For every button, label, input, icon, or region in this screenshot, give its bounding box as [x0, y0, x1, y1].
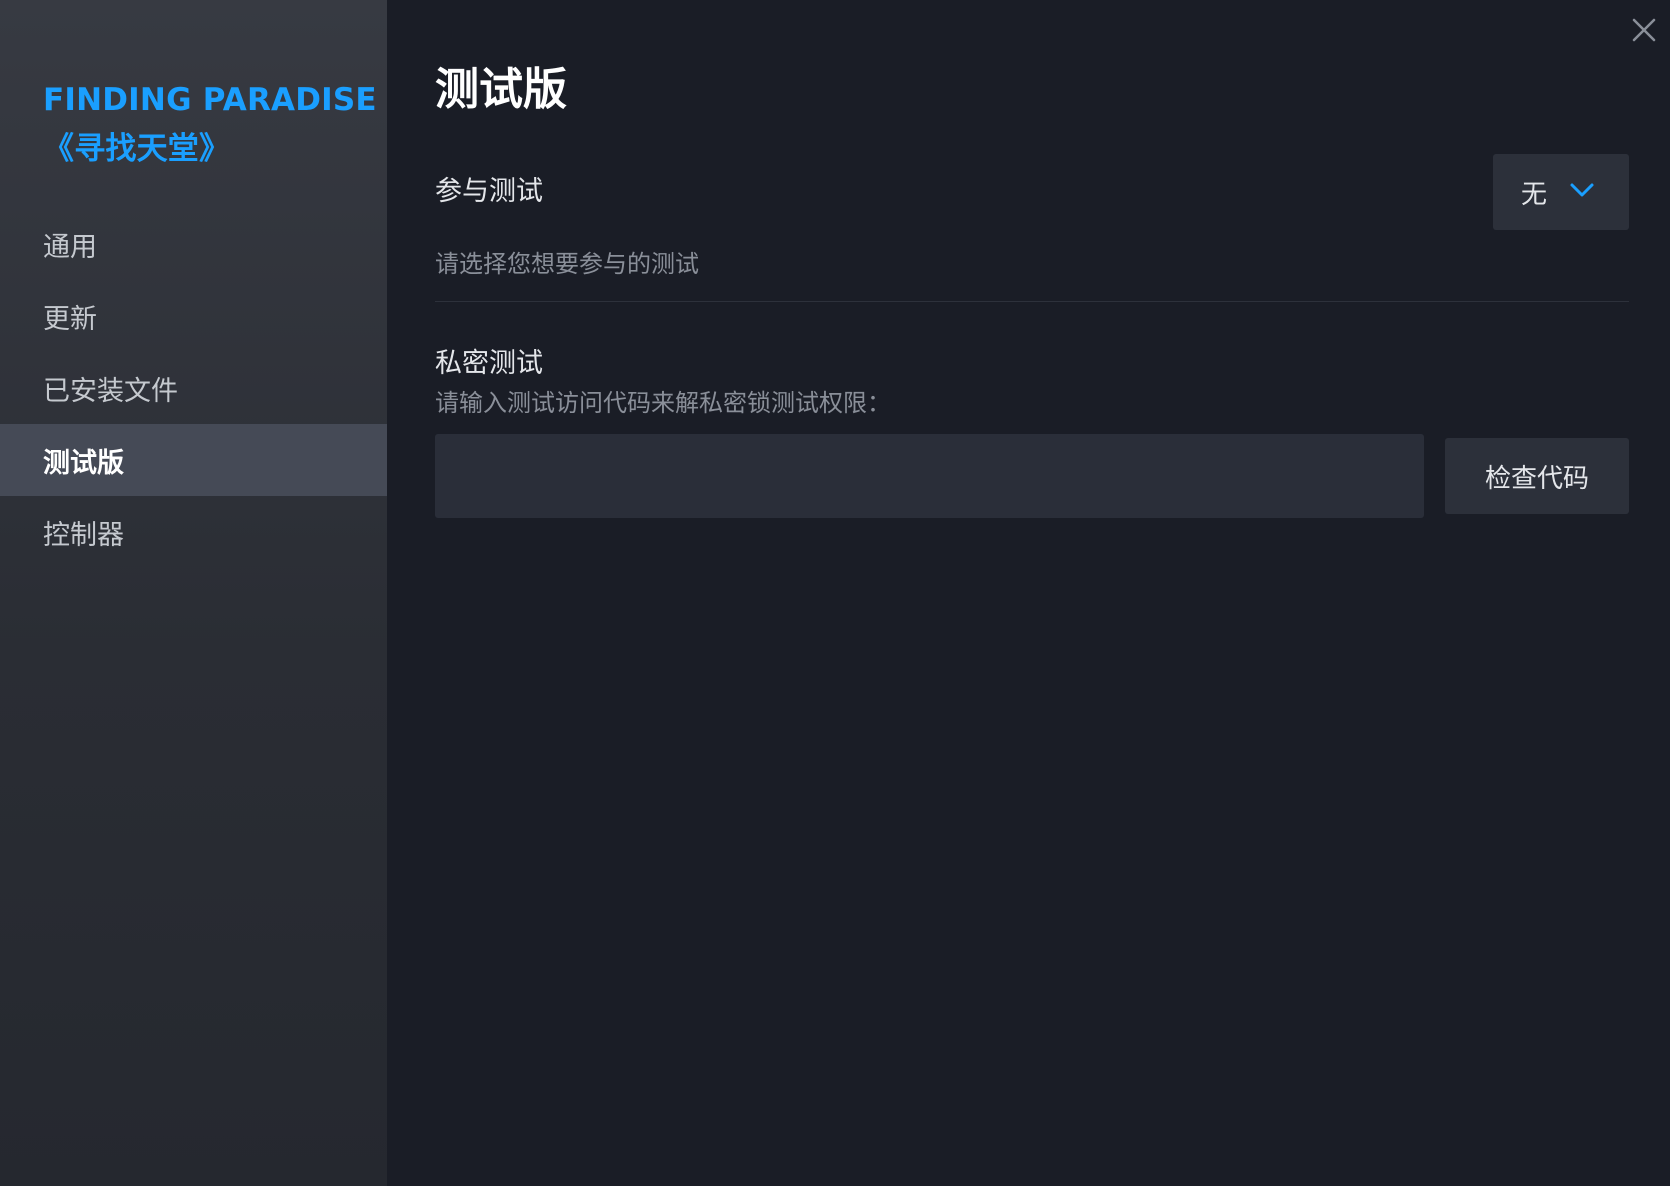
main-content: 测试版 参与测试 无 请选择您想要参与的测试 私密测试 请输入测试访问代码来解私… [387, 0, 1670, 1186]
sidebar-item-installed-files[interactable]: 已安装文件 [0, 352, 387, 424]
sidebar-item-betas[interactable]: 测试版 [0, 424, 387, 496]
chevron-down-icon [1570, 183, 1594, 197]
game-title: FINDING PARADISE 《寻找天堂》 [43, 76, 383, 174]
sidebar: FINDING PARADISE 《寻找天堂》 通用 更新 已安装文件 测试版 … [0, 0, 387, 1186]
game-title-chinese: 《寻找天堂》 [43, 131, 231, 167]
beta-code-input[interactable] [435, 434, 1424, 518]
participate-label: 参与测试 [435, 176, 543, 207]
sidebar-item-general[interactable]: 通用 [0, 208, 387, 280]
sidebar-nav: 通用 更新 已安装文件 测试版 控制器 [0, 208, 387, 568]
sidebar-item-updates[interactable]: 更新 [0, 280, 387, 352]
properties-window: FINDING PARADISE 《寻找天堂》 通用 更新 已安装文件 测试版 … [0, 0, 1670, 1186]
beta-select-dropdown[interactable]: 无 [1493, 154, 1629, 230]
game-title-english: FINDING PARADISE [43, 82, 377, 118]
close-icon [1632, 18, 1656, 42]
close-button[interactable] [1626, 12, 1662, 48]
participate-description: 请选择您想要参与的测试 [435, 250, 699, 278]
dropdown-selected-value: 无 [1521, 179, 1548, 210]
sidebar-item-controller[interactable]: 控制器 [0, 496, 387, 568]
page-title: 测试版 [435, 64, 567, 115]
check-code-button[interactable]: 检查代码 [1445, 438, 1629, 514]
private-beta-label: 私密测试 [435, 348, 543, 379]
private-beta-description: 请输入测试访问代码来解私密锁测试权限： [435, 389, 891, 417]
section-divider [435, 301, 1629, 302]
